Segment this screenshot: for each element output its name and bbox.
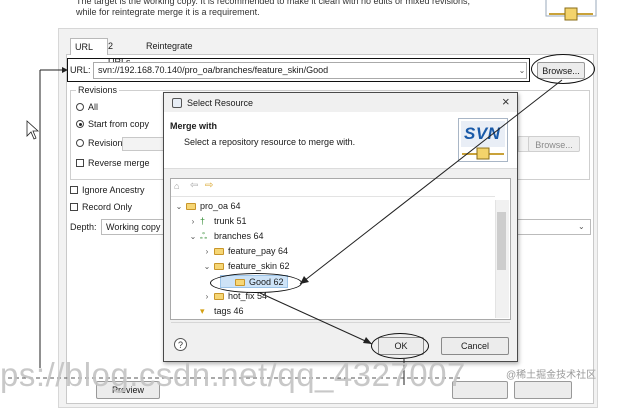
all-label: All: [88, 102, 99, 112]
tree-item-label: trunk 51: [214, 216, 247, 226]
tree-item-feature-skin[interactable]: ⌄ feature_skin 62: [203, 260, 290, 273]
folder-icon: [186, 203, 196, 210]
dialog-subtitle: Select a repository resource to merge wi…: [184, 137, 356, 147]
tree-item-hot-fix[interactable]: › hot_fix 54: [203, 290, 267, 303]
app-icon: [172, 98, 182, 108]
start-from-copy-radio[interactable]: [76, 120, 84, 128]
mouse-cursor-icon: [26, 120, 40, 140]
reverse-merge-label: Reverse merge: [88, 158, 150, 168]
reverse-merge-checkbox[interactable]: [76, 159, 84, 167]
dialog-titlebar: Select Resource ×: [170, 95, 514, 111]
trunk-icon: †: [200, 216, 206, 226]
tree-scrollbar-thumb[interactable]: [497, 212, 506, 270]
chevron-right-icon[interactable]: ›: [203, 245, 211, 258]
tags-icon: ▾: [200, 306, 205, 316]
revisions-browse-button[interactable]: Browse...: [528, 136, 580, 152]
wizard-description: The target is the working copy. It is re…: [76, 0, 471, 17]
ignore-ancestry-checkbox[interactable]: [70, 186, 78, 194]
svn-logo-icon: SVN: [458, 118, 508, 162]
folder-icon: [214, 248, 224, 255]
tree-item-branches[interactable]: ⌄ ஃ branches 64: [189, 230, 264, 243]
chevron-right-icon[interactable]: ›: [189, 215, 197, 228]
tree-item-label: tags 46: [214, 306, 244, 316]
tree-bottom-divider: [171, 322, 510, 323]
tree-item-trunk[interactable]: › † trunk 51: [189, 215, 247, 228]
home-icon[interactable]: ⌂: [174, 181, 179, 191]
svn-logo-icon: [545, 0, 597, 21]
tab-label: URL: [75, 42, 94, 52]
tree-item-label: feature_pay 64: [228, 246, 289, 256]
folder-icon: [214, 263, 224, 270]
tree-item-label: feature_skin 62: [228, 261, 290, 271]
branches-icon: ஃ: [200, 231, 208, 241]
all-radio[interactable]: [76, 103, 84, 111]
dialog-heading: Merge with: [170, 121, 218, 131]
tab-2-urls[interactable]: 2 URLs: [104, 38, 135, 67]
browse-highlight-ellipse: [531, 54, 595, 84]
record-only-checkbox[interactable]: [70, 203, 78, 211]
tree-item-feature-pay[interactable]: › feature_pay 64: [203, 245, 288, 258]
start-from-copy-label: Start from copy: [88, 119, 150, 129]
folder-icon: [214, 293, 224, 300]
svn-logo-text: SVN: [464, 124, 501, 143]
back-icon[interactable]: ⇦: [190, 180, 198, 191]
forward-icon[interactable]: ⇨: [205, 180, 213, 191]
tree-toolbar-divider: [171, 196, 495, 197]
url-highlight-box: [67, 58, 530, 82]
tab-reintegrate[interactable]: Reintegrate: [142, 38, 197, 54]
revisions-radio[interactable]: [76, 139, 84, 147]
chevron-down-icon[interactable]: ⌄: [578, 219, 588, 235]
record-only-label: Record Only: [82, 202, 133, 212]
chevron-down-icon[interactable]: ⌄: [203, 260, 211, 273]
tree-item-label: branches 64: [214, 231, 264, 241]
chevron-down-icon[interactable]: ⌄: [189, 230, 197, 243]
dialog-title: Select Resource: [187, 98, 254, 108]
ignore-ancestry-label: Ignore Ancestry: [82, 185, 145, 195]
depth-label: Depth:: [70, 222, 97, 232]
tab-url[interactable]: URL: [70, 38, 108, 55]
close-icon[interactable]: ×: [502, 95, 510, 109]
chevron-right-icon[interactable]: ›: [203, 290, 211, 303]
tree-item-pro-oa[interactable]: ⌄ pro_oa 64: [175, 200, 241, 213]
watermark-badge: @稀土掘金技术社区: [506, 370, 597, 381]
tree-item-label: pro_oa 64: [200, 201, 241, 211]
help-icon[interactable]: ?: [174, 338, 187, 351]
tree-item-label: hot_fix 54: [228, 291, 268, 301]
revisions-group-title: Revisions: [76, 85, 120, 95]
chevron-down-icon[interactable]: ⌄: [175, 200, 183, 213]
tree-item-tags[interactable]: ▾ tags 46: [189, 305, 244, 318]
cancel-button[interactable]: Cancel: [441, 337, 509, 355]
tab-label: Reintegrate: [146, 41, 193, 51]
